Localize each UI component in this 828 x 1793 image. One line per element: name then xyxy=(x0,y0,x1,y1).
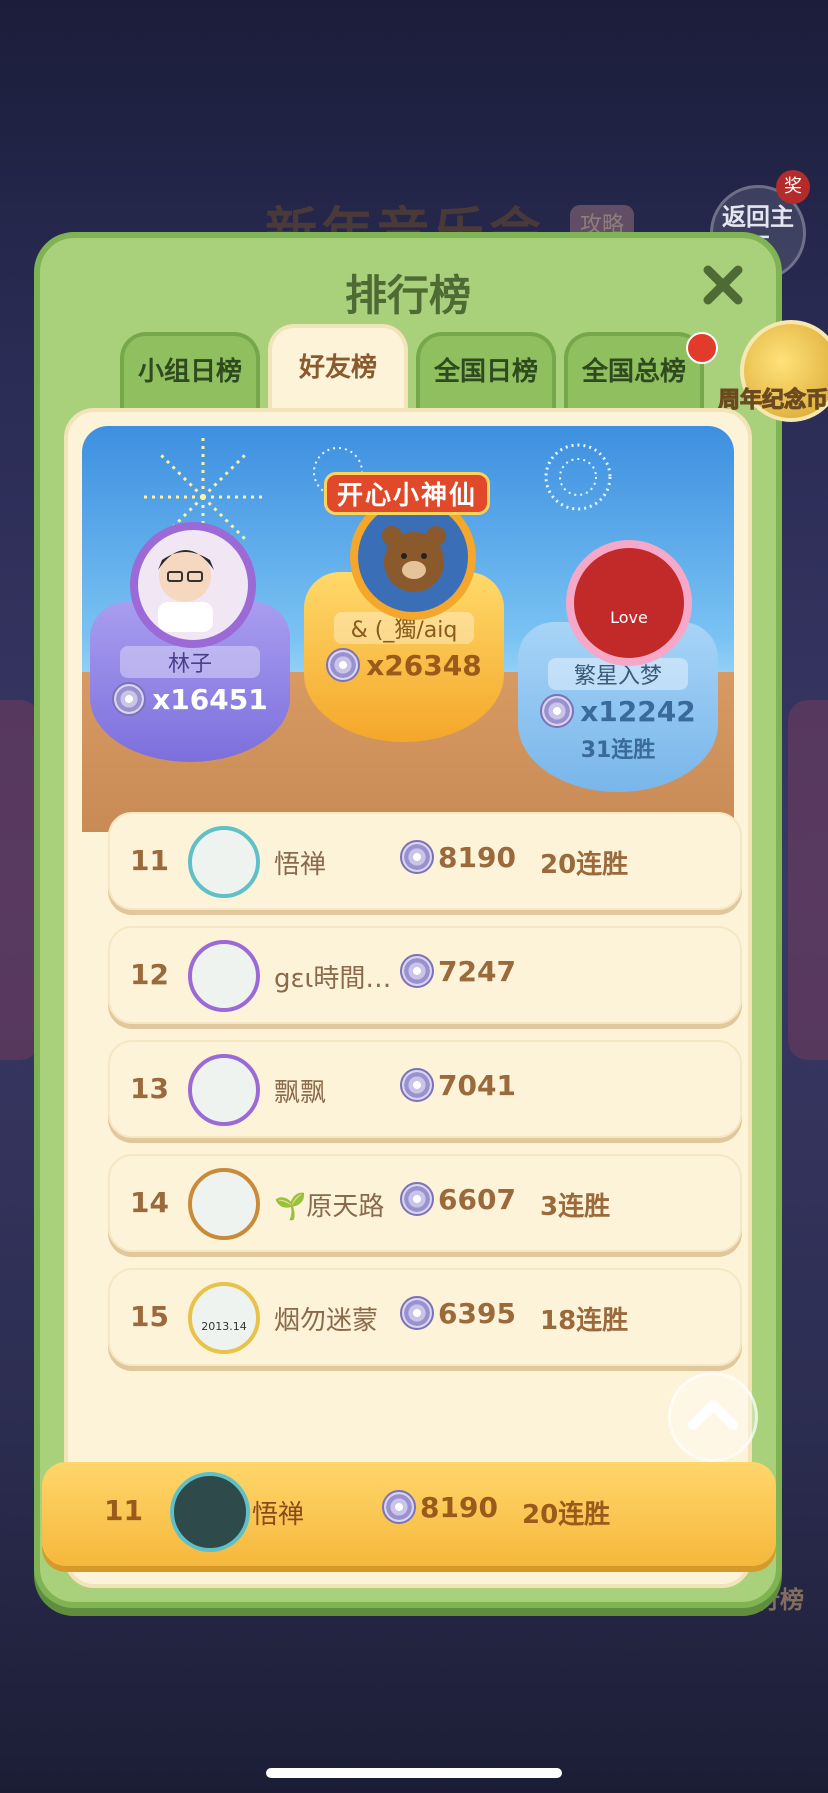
scroll-top-button[interactable] xyxy=(668,1372,758,1462)
rank-number: 11 xyxy=(130,844,169,877)
tab-group-daily[interactable]: 小组日榜 xyxy=(120,332,260,408)
record-disc-icon xyxy=(382,1490,416,1524)
player-name: 飘飘 xyxy=(274,1078,327,1108)
player-score: 7041 xyxy=(438,1068,516,1102)
tab-bar: 小组日榜 好友榜 全国日榜 全国总榜 xyxy=(120,324,704,408)
player-score-row: 6607 xyxy=(400,1182,516,1216)
record-disc-icon xyxy=(400,1296,434,1330)
my-rank-row[interactable]: 11 悟禅 8190 20连胜 xyxy=(42,1462,776,1566)
my-streak: 20连胜 xyxy=(522,1500,611,1530)
rank-number: 12 xyxy=(130,958,169,991)
first-score: x26348 xyxy=(366,648,482,682)
player-name: 烟勿迷蒙 xyxy=(274,1306,379,1336)
home-indicator[interactable] xyxy=(266,1768,562,1778)
chevron-up-icon xyxy=(688,1400,738,1430)
record-disc-icon xyxy=(112,682,147,716)
player-score-row: 7041 xyxy=(400,1068,516,1102)
tab-national-total[interactable]: 全国总榜 xyxy=(564,332,704,408)
record-disc-icon xyxy=(400,954,434,988)
second-score-row: x16451 xyxy=(90,682,290,716)
first-score-row: x26348 xyxy=(304,648,504,682)
close-icon[interactable] xyxy=(700,262,746,308)
record-disc-icon xyxy=(400,1068,434,1102)
record-disc-icon xyxy=(400,840,434,874)
avatar-caption: 2013.14 xyxy=(201,1320,247,1333)
avatar-face-icon xyxy=(158,550,214,632)
my-avatar[interactable] xyxy=(170,1472,250,1552)
player-streak: 20连胜 xyxy=(540,850,629,880)
player-avatar[interactable] xyxy=(188,1054,260,1126)
my-score-row: 8190 xyxy=(382,1490,498,1524)
player-streak: 3连胜 xyxy=(540,1192,611,1222)
rank-row[interactable]: 15 2013.14 烟勿迷蒙 6395 18连胜 xyxy=(108,1268,742,1366)
my-name: 悟禅 xyxy=(252,1500,305,1530)
right-side-decor xyxy=(788,700,828,1060)
rank-row[interactable]: 11 悟禅 8190 20连胜 xyxy=(108,812,742,910)
player-avatar[interactable] xyxy=(188,940,260,1012)
first-title-badge: 开心小神仙 xyxy=(324,472,490,515)
player-streak: 18连胜 xyxy=(540,1306,629,1336)
panel-title: 排行榜 xyxy=(344,271,471,320)
rank-number: 13 xyxy=(130,1072,169,1105)
second-avatar[interactable] xyxy=(130,522,256,648)
notification-dot xyxy=(686,332,718,364)
record-disc-icon xyxy=(326,648,361,682)
tab-friends[interactable]: 好友榜 xyxy=(268,324,408,408)
player-score-row: 8190 xyxy=(400,840,516,874)
third-streak: 31连胜 xyxy=(580,738,656,763)
my-score: 8190 xyxy=(420,1490,498,1524)
third-score: x12242 xyxy=(580,694,696,728)
second-name: 林子 xyxy=(120,646,260,678)
player-name: 悟禅 xyxy=(274,850,327,880)
anniversary-coin-label: 周年纪念币 xyxy=(717,388,828,414)
player-avatar[interactable] xyxy=(188,1168,260,1240)
award-badge: 奖 xyxy=(776,170,810,204)
my-rank: 11 xyxy=(104,1494,143,1527)
firework-icon xyxy=(544,443,612,511)
player-score: 6395 xyxy=(438,1296,516,1330)
player-score: 7247 xyxy=(438,954,516,988)
record-disc-icon xyxy=(400,1182,434,1216)
tab-national-daily[interactable]: 全国日榜 xyxy=(416,332,556,408)
rank-row[interactable]: 12 gɛι時間d... 7247 xyxy=(108,926,742,1024)
second-score: x16451 xyxy=(152,682,268,716)
player-avatar[interactable] xyxy=(188,826,260,898)
third-score-row: x12242 xyxy=(518,694,718,728)
record-disc-icon xyxy=(540,694,575,728)
player-score-row: 7247 xyxy=(400,954,516,988)
player-name: 🌱原天路 xyxy=(274,1192,385,1222)
player-score: 8190 xyxy=(438,840,516,874)
rank-number: 14 xyxy=(130,1186,169,1219)
player-score: 6607 xyxy=(438,1182,516,1216)
player-name: gɛι時間d... xyxy=(274,964,404,994)
rank-number: 15 xyxy=(130,1300,169,1333)
leaderboard-content[interactable]: 林子 x16451 & (_獨/aiq x26348 开心小神仙 繁星入梦 x1… xyxy=(64,408,752,1588)
rank-row[interactable]: 13 飘飘 7041 xyxy=(108,1040,742,1138)
player-score-row: 6395 xyxy=(400,1296,516,1330)
bear-avatar-icon xyxy=(382,526,446,592)
rank-row[interactable]: 14 🌱原天路 6607 3连胜 xyxy=(108,1154,742,1252)
third-avatar-text: Love xyxy=(610,608,648,627)
player-avatar[interactable]: 2013.14 xyxy=(188,1282,260,1354)
third-avatar[interactable]: Love xyxy=(566,540,692,666)
